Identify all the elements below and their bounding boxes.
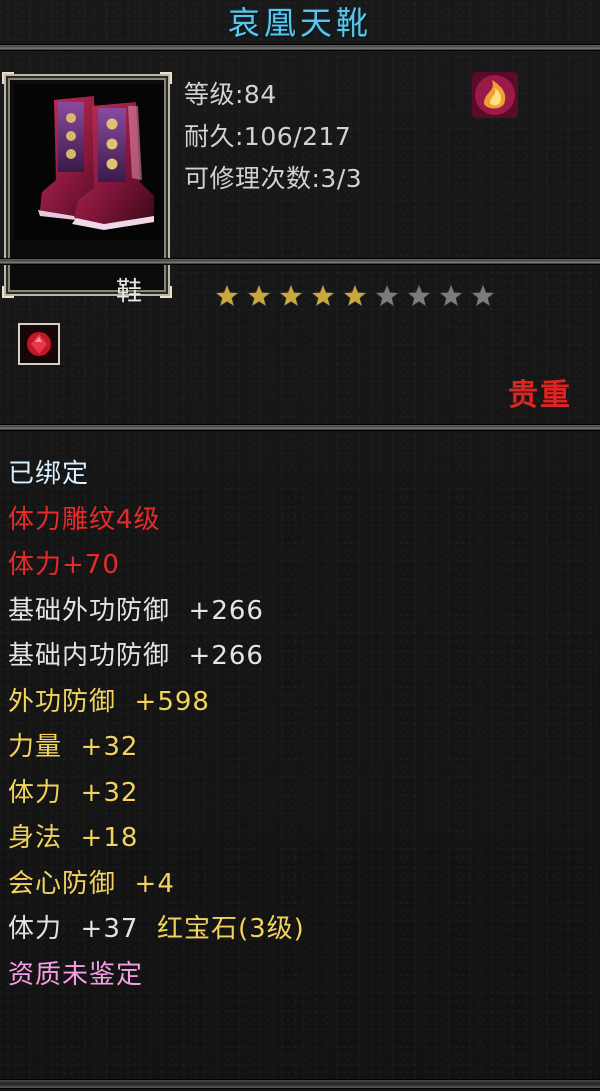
attr-row: 力量 +32 xyxy=(8,732,139,762)
star-filled-icon xyxy=(245,282,273,308)
attr-row: 体力 +32 xyxy=(8,777,139,808)
attr-row: 基础外功防御 +266 xyxy=(8,595,264,626)
star-filled-icon xyxy=(309,282,337,308)
boots-icon xyxy=(14,84,164,240)
star-empty-icon xyxy=(437,282,465,308)
title-bar: 哀凰天靴 xyxy=(0,0,600,44)
attr-row: 外功防御 +598 xyxy=(8,686,210,717)
star-empty-icon xyxy=(469,282,497,308)
star-empty-icon xyxy=(373,282,401,308)
bound-status: 已绑定 xyxy=(8,459,90,489)
item-durability: 耐久:106/217 xyxy=(184,122,352,151)
divider-attrs xyxy=(0,424,600,431)
star-filled-icon xyxy=(277,282,305,308)
item-repair-count: 可修理次数:3/3 xyxy=(184,164,363,193)
quality-status: 资质未鉴定 xyxy=(8,959,144,990)
rarity-label: 贵重 xyxy=(508,378,572,413)
item-tooltip: 哀凰天靴 等级:84 耐久:106/217 可修理次数:3/3 鞋 贵重 已绑定… xyxy=(0,0,600,1091)
attr-row: 身法 +18 xyxy=(8,823,139,853)
gem-attr-row: 体力 +37 红宝石(3级) xyxy=(8,914,305,944)
attr-row: 基础内功防御 +266 xyxy=(8,641,264,671)
item-name: 哀凰天靴 xyxy=(227,4,372,42)
item-slot: 鞋 xyxy=(116,277,143,307)
divider-bottom xyxy=(0,1079,600,1089)
star-rating xyxy=(213,282,501,310)
divider-top xyxy=(0,44,600,51)
red-gem-icon[interactable] xyxy=(18,323,60,365)
engrave-bonus-line: 体力+70 xyxy=(8,550,120,580)
attr-row: 会心防御 +4 xyxy=(8,868,175,899)
star-filled-icon xyxy=(341,282,369,308)
attribute-list: 已绑定 体力雕纹4级 体力+70 基础外功防御 +266 基础内功防御 +266… xyxy=(8,452,598,998)
item-level: 等级:84 xyxy=(184,80,277,109)
star-empty-icon xyxy=(405,282,433,308)
divider-mid xyxy=(0,258,600,265)
star-filled-icon xyxy=(213,282,241,308)
engrave-line: 体力雕纹4级 xyxy=(8,504,161,535)
flame-class-icon xyxy=(472,72,518,118)
